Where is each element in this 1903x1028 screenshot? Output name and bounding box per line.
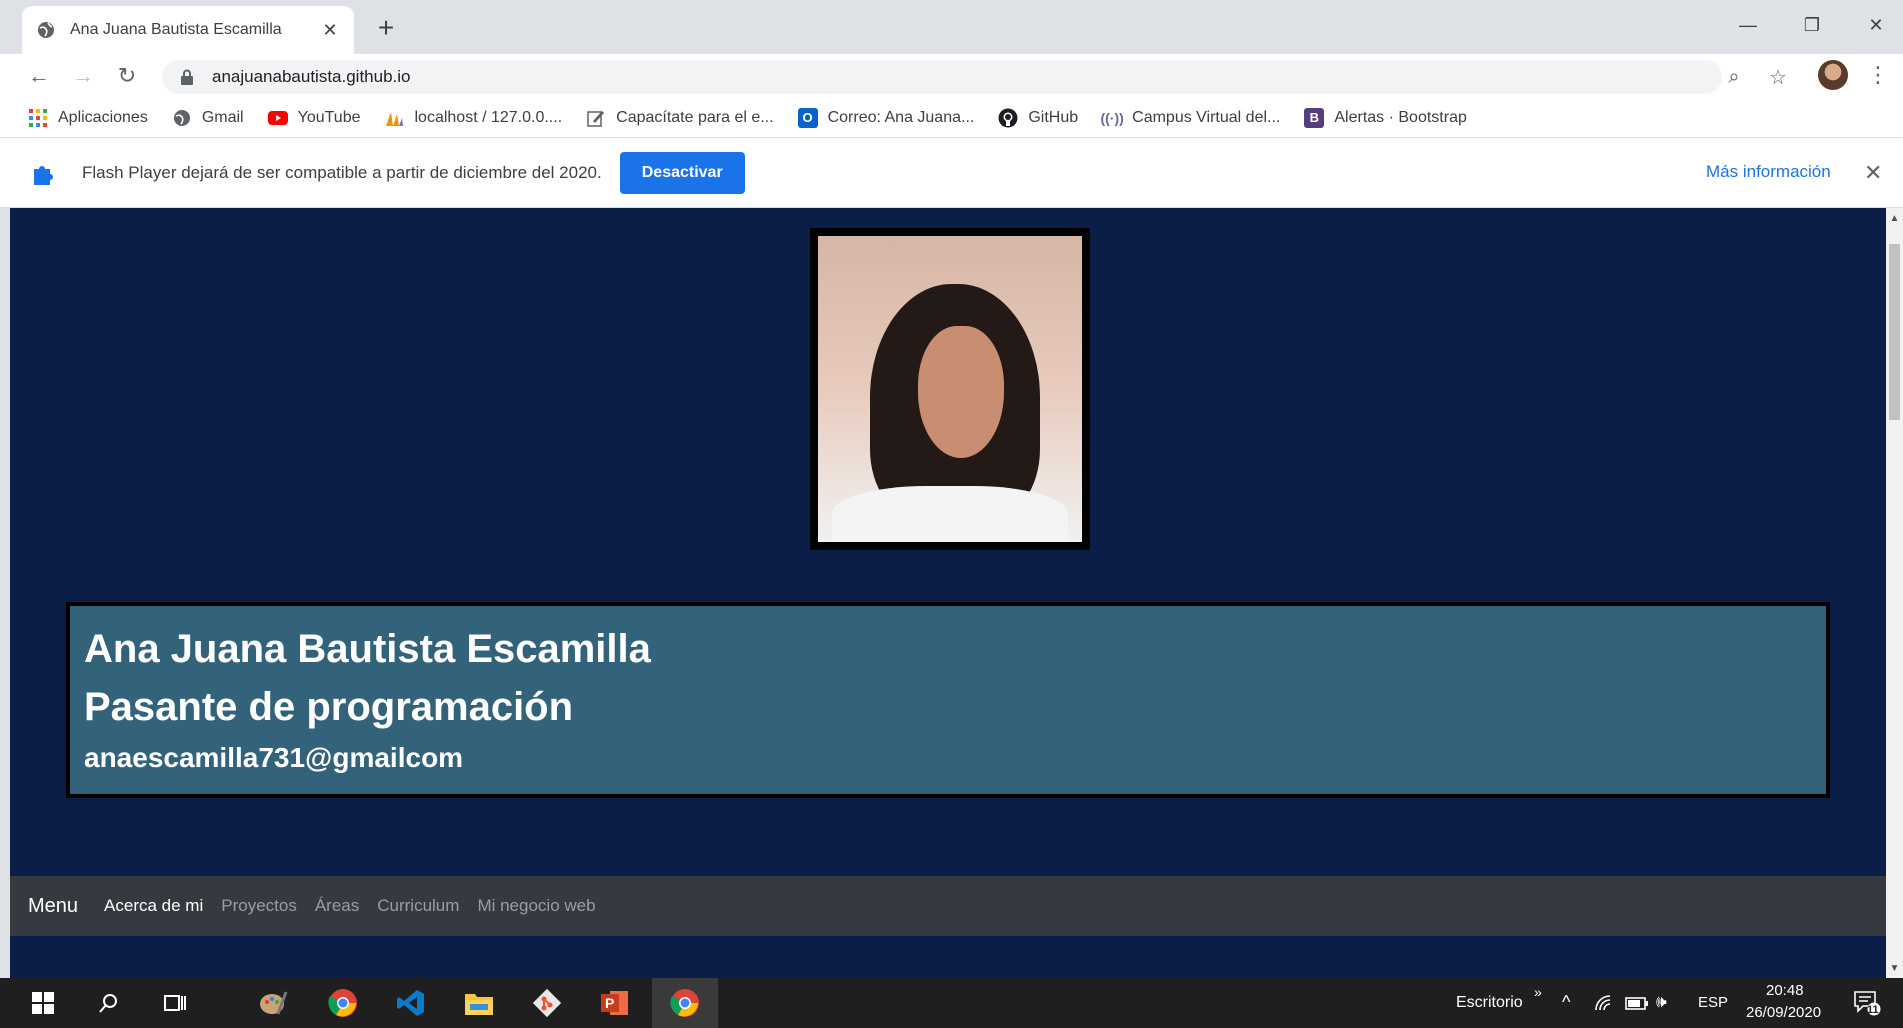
bookmark-bootstrap[interactable]: B Alertas · Bootstrap [1304, 107, 1467, 128]
bookmark-gmail[interactable]: Gmail [172, 108, 244, 128]
git-icon[interactable] [530, 986, 564, 1020]
bookmark-capacitate[interactable]: Capacítate para el e... [586, 108, 774, 128]
svg-text:P: P [605, 995, 614, 1011]
bookmark-star-icon[interactable]: ☆ [1764, 64, 1792, 90]
minimize-icon[interactable]: — [1728, 10, 1768, 40]
new-tab-icon[interactable]: + [372, 12, 400, 43]
infobar-message: Flash Player dejará de ser compatible a … [82, 162, 602, 182]
edit-icon [586, 108, 606, 128]
notifications-count: 11 [1867, 1004, 1879, 1016]
windows-start-icon[interactable] [26, 986, 60, 1020]
volume-icon[interactable]: 🕪 [1656, 992, 1667, 1012]
profile-photo [818, 236, 1082, 542]
tab-strip: Ana Juana Bautista Escamilla ✕ + — ❐ ✕ [0, 0, 1903, 54]
globe-icon [36, 20, 56, 40]
chrome-active-icon[interactable] [652, 978, 718, 1028]
address-bar[interactable]: anajuanabautista.github.io [162, 60, 1722, 94]
paint-icon[interactable] [256, 986, 290, 1020]
toolbar-expand-icon[interactable]: » [1534, 984, 1542, 1000]
site-navbar: Menu Acerca de mi Proyectos Áreas Curric… [10, 876, 1886, 936]
clock-date[interactable]: 26/09/2020 [1746, 1004, 1821, 1021]
show-hidden-icons-icon[interactable]: ^ [1562, 992, 1570, 1013]
globe-icon [172, 108, 192, 128]
close-tab-icon[interactable]: ✕ [320, 20, 340, 40]
task-view-icon[interactable] [158, 986, 192, 1020]
scroll-up-icon[interactable]: ▲ [1886, 210, 1903, 226]
apps-grid-icon [28, 108, 48, 128]
outlook-icon: O [797, 107, 818, 128]
back-icon[interactable]: ← [24, 62, 54, 90]
reload-icon[interactable]: ↻ [112, 62, 142, 90]
nav-link-curriculum[interactable]: Curriculum [377, 896, 459, 916]
chrome-icon[interactable] [326, 986, 360, 1020]
profile-role: Pasante de programación [84, 685, 574, 729]
zoom-icon[interactable]: ⌕ [1720, 64, 1748, 90]
windows-taskbar: P Escritorio » ^ 🕪 ESP 20:48 26/09/2020 … [0, 978, 1903, 1028]
forward-icon[interactable]: → [68, 62, 98, 90]
lock-icon [180, 69, 194, 85]
powerpoint-icon[interactable]: P [598, 986, 632, 1020]
nav-link-proyectos[interactable]: Proyectos [221, 896, 297, 916]
language-indicator[interactable]: ESP [1698, 994, 1728, 1011]
puzzle-icon [30, 159, 58, 187]
wifi-icon[interactable] [1592, 990, 1618, 1016]
browser-tab[interactable]: Ana Juana Bautista Escamilla ✕ [22, 6, 354, 54]
bootstrap-icon: B [1304, 107, 1325, 128]
nav-link-negocio[interactable]: Mi negocio web [477, 896, 595, 916]
url-text: anajuanabautista.github.io [212, 67, 411, 86]
desactivar-button[interactable]: Desactivar [619, 151, 745, 194]
broadcast-icon: ((·)) [1100, 109, 1124, 126]
nav-link-areas[interactable]: Áreas [315, 896, 359, 916]
phpmyadmin-icon [384, 108, 404, 128]
browser-toolbar: ← → ↻ anajuanabautista.github.io ⌕ ☆ [0, 54, 1903, 98]
more-info-link[interactable]: Más información [1706, 162, 1831, 182]
bookmark-localhost[interactable]: localhost / 127.0.0.... [384, 108, 562, 128]
bookmark-aplicaciones[interactable]: Aplicaciones [28, 108, 148, 128]
bookmark-github[interactable]: GitHub [998, 108, 1078, 128]
bookmark-youtube[interactable]: YouTube [267, 108, 360, 128]
bookmark-correo[interactable]: O Correo: Ana Juana... [797, 107, 974, 128]
scroll-down-icon[interactable]: ▼ [1886, 960, 1903, 976]
restore-icon[interactable]: ❐ [1792, 10, 1832, 40]
flash-infobar: Flash Player dejará de ser compatible a … [0, 138, 1903, 208]
tab-title: Ana Juana Bautista Escamilla [70, 21, 282, 38]
bookmark-campus[interactable]: ((·)) Campus Virtual del... [1100, 108, 1280, 128]
profile-name: Ana Juana Bautista Escamilla [84, 627, 651, 671]
page-content: Ana Juana Bautista Escamilla Pasante de … [10, 208, 1886, 978]
profile-avatar[interactable] [1818, 60, 1848, 90]
profile-info-box: Ana Juana Bautista Escamilla Pasante de … [66, 602, 1830, 798]
search-icon[interactable] [92, 986, 126, 1020]
more-menu-icon[interactable]: ⋮ [1867, 62, 1889, 88]
bookmarks-bar: Aplicaciones Gmail YouTube localhost / 1… [0, 98, 1903, 138]
vscode-icon[interactable] [394, 986, 428, 1020]
profile-email: anaescamilla731@gmailcom [84, 742, 464, 773]
page-scrollbar[interactable]: ▲ ▼ [1886, 208, 1903, 978]
desktop-toolbar-label[interactable]: Escritorio [1456, 994, 1523, 1012]
clock-time[interactable]: 20:48 [1766, 982, 1804, 999]
file-explorer-icon[interactable] [462, 986, 496, 1020]
youtube-icon [267, 108, 288, 128]
battery-icon[interactable] [1624, 990, 1650, 1016]
profile-photo-frame [810, 228, 1090, 550]
navbar-brand[interactable]: Menu [28, 895, 78, 918]
close-infobar-icon[interactable]: ✕ [1864, 160, 1882, 186]
nav-link-acerca[interactable]: Acerca de mi [104, 896, 203, 916]
scroll-thumb[interactable] [1889, 244, 1900, 420]
github-icon [998, 108, 1018, 128]
close-window-icon[interactable]: ✕ [1856, 10, 1896, 40]
